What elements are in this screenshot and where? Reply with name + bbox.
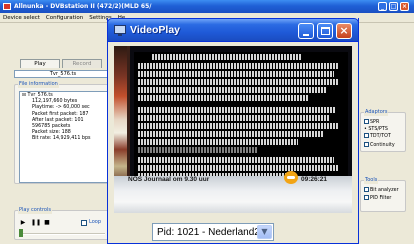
file-information-group: File information ⊟ Tvr_576.ts 112,197,66… <box>14 81 112 184</box>
minimize-icon[interactable]: _ <box>378 2 387 11</box>
transport-buttons: ▶ ❚❚ ■ <box>19 219 51 227</box>
menu-device-select[interactable]: Device select <box>3 13 40 22</box>
channel-select[interactable]: Pid: 1021 - Nederland2 ▼ <box>152 223 274 241</box>
left-panel: Play Record Tvr_576.ts File information … <box>14 58 112 240</box>
broadcaster-logo-icon <box>284 171 298 184</box>
checkbox[interactable] <box>364 187 369 192</box>
checkbox[interactable] <box>364 133 369 138</box>
videoplay-title-bar[interactable]: VideoPlay × <box>107 18 359 42</box>
ts-file-field[interactable]: Tvr_576.ts <box>14 70 112 78</box>
play-controls-group: Play controls ▶ ❚❚ ■ Loop <box>14 207 112 240</box>
app-title: Allnunka - DVBstation II (472/2)(MLD 65/… <box>14 3 154 10</box>
minimize-icon <box>303 34 309 36</box>
adaptors-group: Adaptors SPR • STS/PTS TDT/TOT Continuit… <box>360 109 406 152</box>
play-button[interactable]: ▶ <box>19 219 27 227</box>
loop-label: Loop <box>89 219 101 225</box>
play-controls-title: Play controls <box>18 207 52 214</box>
position-slider-track[interactable] <box>19 233 105 235</box>
app-logo-icon <box>3 3 11 10</box>
adaptors-title: Adaptors <box>364 109 389 116</box>
close-button[interactable]: × <box>336 23 352 39</box>
checkbox[interactable] <box>364 119 369 124</box>
option-spr[interactable]: SPR <box>364 119 379 126</box>
close-icon[interactable]: × <box>400 2 409 11</box>
maximize-icon[interactable]: □ <box>389 2 398 11</box>
tab-record[interactable]: Record <box>62 59 102 68</box>
tab-play[interactable]: Play <box>20 59 60 68</box>
option-tdt-tot[interactable]: TDT/TOT <box>364 133 391 140</box>
checkbox[interactable] <box>364 142 369 147</box>
maximize-icon <box>321 27 330 35</box>
videoplay-window: VideoPlay × NOS Journaal om 9.30 uur 09:… <box>107 18 359 244</box>
option-continuity[interactable]: Continuity <box>364 142 395 149</box>
file-info-tree[interactable]: ⊟ Tvr_576.ts 112,197,660 bytes Playtime:… <box>19 91 109 183</box>
option-sts-pts: • STS/PTS <box>364 127 388 132</box>
videoplay-title: VideoPlay <box>130 24 180 36</box>
tools-title: Tools <box>364 177 379 184</box>
loop-checkbox[interactable] <box>81 220 87 226</box>
close-icon: × <box>339 24 349 37</box>
program-caption: NOS Journaal om 9.30 uur <box>128 176 210 183</box>
channel-dropdown-button[interactable]: ▼ <box>257 225 272 239</box>
pause-button[interactable]: ❚❚ <box>31 219 41 227</box>
stop-button[interactable]: ■ <box>43 219 51 227</box>
position-slider-thumb[interactable] <box>19 229 23 237</box>
menu-configuration[interactable]: Configuration <box>46 13 83 22</box>
channel-select-value: Pid: 1021 - Nederland2 <box>157 227 260 238</box>
tool-bit-analyzer[interactable]: Bit analyzer <box>364 187 399 194</box>
tree-item: Bit rate: 14,929,411 bps <box>32 136 91 142</box>
tools-group: Tools Bit analyzer PID Filter <box>360 177 406 212</box>
monitor-icon <box>114 25 126 36</box>
app-title-bar: Allnunka - DVBstation II (472/2)(MLD 65/… <box>0 0 414 13</box>
video-display[interactable] <box>114 46 352 213</box>
checkbox[interactable] <box>364 195 369 200</box>
broadcast-clock: 09:26:21 <box>301 176 328 183</box>
right-panel: Adaptors SPR • STS/PTS TDT/TOT Continuit… <box>360 109 410 237</box>
file-information-title: File information <box>18 81 59 88</box>
minimize-button[interactable] <box>298 23 314 39</box>
chevron-down-icon: ▼ <box>261 227 268 236</box>
tool-pid-filter[interactable]: PID Filter <box>364 195 391 202</box>
tab-strip: Play Record <box>14 58 112 68</box>
maximize-button[interactable] <box>317 23 333 39</box>
